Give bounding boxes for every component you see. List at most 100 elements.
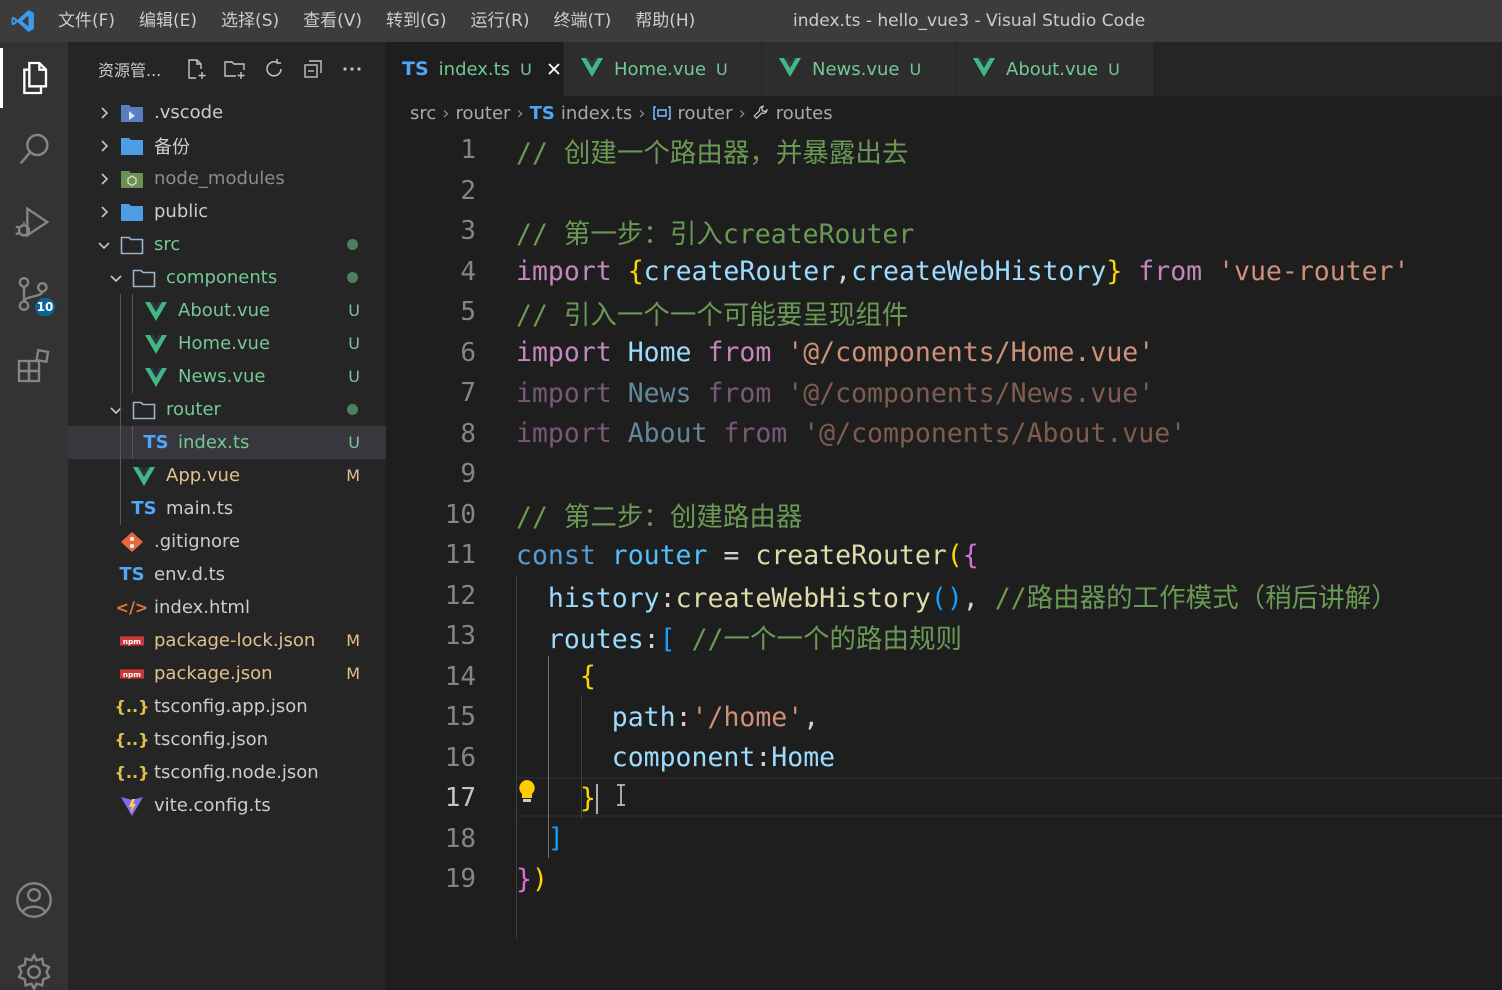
code-line[interactable]: 9 <box>386 454 1502 495</box>
menu-item-2[interactable]: 选择(S) <box>209 0 291 42</box>
breadcrumb-symbol-routes[interactable]: routes <box>776 103 833 124</box>
explorer-icon[interactable] <box>0 48 68 108</box>
code-line[interactable]: 14 { <box>386 657 1502 698</box>
extensions-icon[interactable] <box>0 336 68 396</box>
tree-item-index-ts[interactable]: TS index.ts U <box>68 426 386 459</box>
tree-indent-guide <box>120 294 121 525</box>
tree-item-main-ts[interactable]: TS main.ts <box>68 492 386 525</box>
code-line[interactable]: 5 // 引入一个一个可能要呈现组件 <box>386 292 1502 333</box>
tab-about-vue[interactable]: About.vue U <box>956 42 1154 96</box>
tree-item-tsconfig-node-json[interactable]: {..} tsconfig.node.json <box>68 756 386 789</box>
code-token: // 第二步：创建路由器 <box>516 502 803 534</box>
menu-item-4[interactable]: 转到(G) <box>374 0 458 42</box>
tree-item-label: vite.config.ts <box>154 795 271 816</box>
code-line[interactable]: 17 } <box>386 778 1502 819</box>
tree-item-package-lock-json[interactable]: npm package-lock.json M <box>68 624 386 657</box>
menu-item-3[interactable]: 查看(V) <box>291 0 374 42</box>
code-token: '@/components/Home.vue' <box>787 337 1155 369</box>
new-file-icon[interactable] <box>176 54 215 84</box>
tree-item-src[interactable]: src <box>68 228 386 261</box>
tree-item--vscode[interactable]: .vscode <box>68 96 386 129</box>
tab-home-vue[interactable]: Home.vue U <box>564 42 762 96</box>
code-line[interactable]: 19}) <box>386 859 1502 900</box>
code-line[interactable]: 4 import {createRouter,createWebHistory} … <box>386 252 1502 293</box>
tree-item-about-vue[interactable]: About.vue U <box>68 294 386 327</box>
tree-item-label: main.ts <box>166 498 234 519</box>
tree-item-public[interactable]: public <box>68 195 386 228</box>
chevron-down-icon[interactable] <box>106 400 126 420</box>
tree-item-label: node_modules <box>154 168 285 189</box>
code-token: '@/components/About.vue' <box>803 418 1187 450</box>
breadcrumb-file[interactable]: index.ts <box>561 103 632 124</box>
menu-item-5[interactable]: 运行(R) <box>458 0 541 42</box>
chevron-right-icon[interactable] <box>94 169 114 189</box>
code-token: //路由器的工作模式（稍后讲解） <box>994 583 1398 615</box>
breadcrumb-router-folder[interactable]: router <box>455 103 510 124</box>
menu-bar: 文件(F) 编辑(E) 选择(S) 查看(V) 转到(G) 运行(R) 终端(T) 帮助(H) <box>46 0 707 42</box>
search-icon[interactable] <box>0 120 68 180</box>
menu-item-7[interactable]: 帮助(H) <box>623 0 707 42</box>
breadcrumb-src[interactable]: src <box>410 103 436 124</box>
close-icon[interactable] <box>546 60 563 78</box>
tree-item-app-vue[interactable]: App.vue M <box>68 459 386 492</box>
chevron-right-icon[interactable] <box>94 103 114 123</box>
code-line[interactable]: 18 ] <box>386 819 1502 860</box>
tab-news-vue[interactable]: News.vue U <box>762 42 956 96</box>
code-line[interactable]: 12 history:createWebHistory(), //路由器的工作模… <box>386 576 1502 617</box>
code-line[interactable]: 8 import About from '@/components/About.v… <box>386 414 1502 455</box>
tree-item-news-vue[interactable]: News.vue U <box>68 360 386 393</box>
tree-item-label: News.vue <box>178 366 266 387</box>
code-line[interactable]: 10 // 第二步：创建路由器 <box>386 495 1502 536</box>
tree-item-router[interactable]: router <box>68 393 386 426</box>
svg-text:npm: npm <box>123 669 142 678</box>
chevron-down-icon[interactable] <box>106 268 126 288</box>
code-line[interactable]: 2 <box>386 171 1502 212</box>
tree-item-vite-config-ts[interactable]: vite.config.ts <box>68 789 386 822</box>
tab-index-ts[interactable]: TS index.ts U <box>386 42 564 96</box>
code-line[interactable]: 15 path:'/home', <box>386 697 1502 738</box>
code-line[interactable]: 1 // 创建一个路由器，并暴露出去 <box>386 130 1502 171</box>
account-icon[interactable] <box>0 870 68 930</box>
tree-item-tsconfig-json[interactable]: {..} tsconfig.json <box>68 723 386 756</box>
tree-item-node-modules[interactable]: node_modules <box>68 162 386 195</box>
refresh-icon[interactable] <box>254 54 293 84</box>
more-icon[interactable] <box>332 54 371 84</box>
tree-item--gitignore[interactable]: .gitignore <box>68 525 386 558</box>
chevron-right-icon[interactable] <box>94 202 114 222</box>
code-line[interactable]: 3 // 第一步：引入createRouter <box>386 211 1502 252</box>
wrench-icon <box>752 104 770 122</box>
tree-item-label: Home.vue <box>178 333 271 354</box>
tree-item-index-html[interactable]: </> index.html <box>68 591 386 624</box>
collapse-all-icon[interactable] <box>293 54 332 84</box>
chevron-down-icon[interactable] <box>94 235 114 255</box>
tree-item-env-d-ts[interactable]: TS env.d.ts <box>68 558 386 591</box>
code-line[interactable]: 6 import Home from '@/components/Home.vue… <box>386 333 1502 374</box>
line-number: 17 <box>444 783 476 814</box>
menu-item-0[interactable]: 文件(F) <box>46 0 127 42</box>
code-line[interactable]: 13 routes:[ //一个一个的路由规则 <box>386 616 1502 657</box>
run-debug-icon[interactable] <box>0 192 68 252</box>
tab-label: index.ts <box>438 58 511 80</box>
tree-item-home-vue[interactable]: Home.vue U <box>68 327 386 360</box>
line-number: 10 <box>444 499 476 530</box>
tree-item-components[interactable]: components <box>68 261 386 294</box>
source-control-icon[interactable] <box>0 264 68 324</box>
menu-item-6[interactable]: 终端(T) <box>542 0 624 42</box>
tree-item-package-json[interactable]: npm package.json M <box>68 657 386 690</box>
settings-gear-icon[interactable] <box>0 942 68 990</box>
tree-item-label: 备份 <box>154 136 190 158</box>
code-editor[interactable]: 1 // 创建一个路由器，并暴露出去 2 3 // 第一步：引入createRouter… <box>386 130 1502 990</box>
code-line[interactable]: 11 const router = createRouter({ <box>386 535 1502 576</box>
tree-item-tsconfig-app-json[interactable]: {..} tsconfig.app.json <box>68 690 386 723</box>
text-caret <box>595 784 598 814</box>
tree-item--[interactable]: 备份 <box>68 129 386 162</box>
code-line[interactable]: 16 component:Home <box>386 738 1502 779</box>
chevron-right-icon[interactable] <box>94 136 114 156</box>
new-folder-icon[interactable] <box>215 54 254 84</box>
menu-item-1[interactable]: 编辑(E) <box>127 0 209 42</box>
breadcrumb-symbol-router[interactable]: router <box>678 103 733 124</box>
code-line[interactable]: 7 import News from '@/components/News.vue… <box>386 373 1502 414</box>
